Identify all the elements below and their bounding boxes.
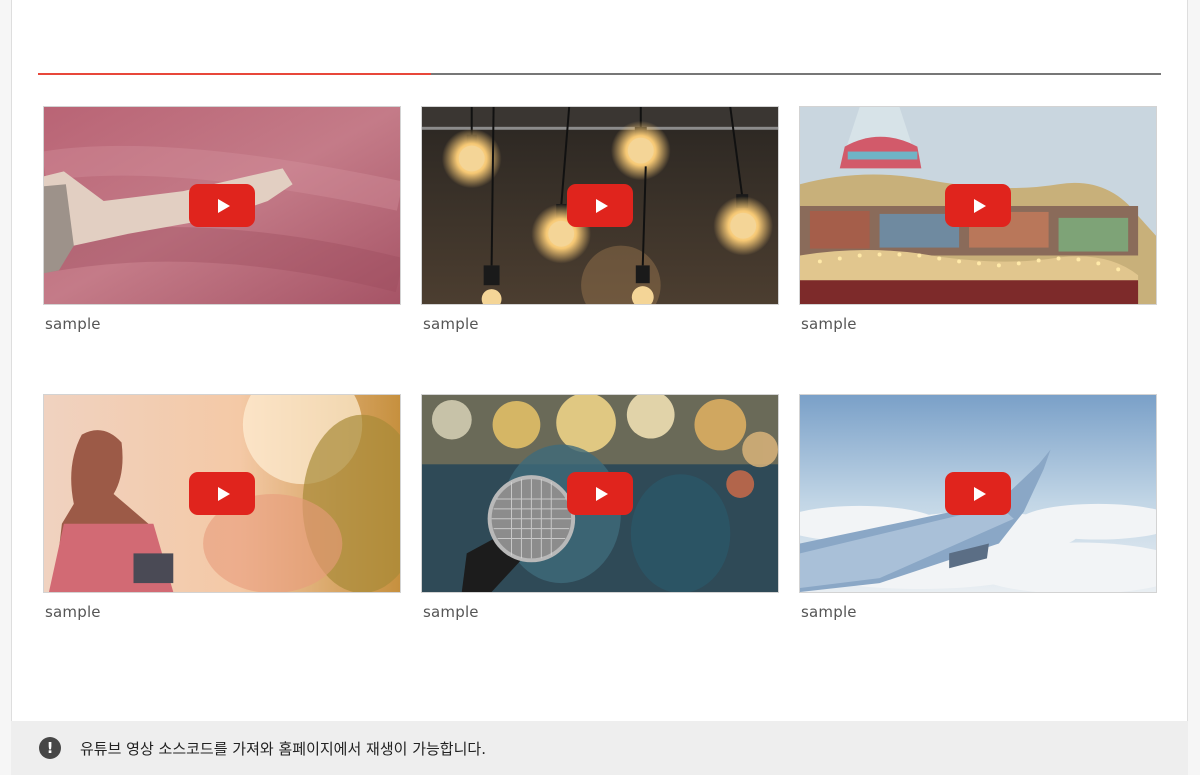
section-divider [38, 73, 1161, 75]
video-thumbnail-5[interactable] [421, 394, 779, 593]
video-caption: sample [45, 315, 101, 333]
video-card-2[interactable]: sample [421, 106, 779, 333]
video-card-4[interactable]: sample [43, 394, 401, 621]
youtube-play-icon[interactable] [189, 472, 255, 515]
youtube-play-icon[interactable] [567, 472, 633, 515]
section-divider-accent [38, 73, 431, 75]
video-thumbnail-3[interactable] [799, 106, 1157, 305]
video-thumbnail-1[interactable] [43, 106, 401, 305]
video-caption: sample [423, 315, 479, 333]
video-thumbnail-4[interactable] [43, 394, 401, 593]
youtube-play-icon[interactable] [945, 184, 1011, 227]
video-caption: sample [801, 315, 857, 333]
video-caption: sample [801, 603, 857, 621]
youtube-play-icon[interactable] [945, 472, 1011, 515]
video-thumbnail-2[interactable] [421, 106, 779, 305]
video-gallery: sample sample sample sample sample sampl… [11, 0, 1188, 721]
video-card-5[interactable]: sample [421, 394, 779, 621]
youtube-play-icon[interactable] [567, 184, 633, 227]
notice-bar: ! 유튜브 영상 소스코드를 가져와 홈페이지에서 재생이 가능합니다. [11, 721, 1188, 775]
video-caption: sample [423, 603, 479, 621]
notice-text: 유튜브 영상 소스코드를 가져와 홈페이지에서 재생이 가능합니다. [80, 739, 486, 758]
exclamation-circle-icon: ! [39, 737, 61, 759]
video-caption: sample [45, 603, 101, 621]
video-card-3[interactable]: sample [799, 106, 1157, 333]
video-thumbnail-6[interactable] [799, 394, 1157, 593]
video-card-6[interactable]: sample [799, 394, 1157, 621]
youtube-play-icon[interactable] [189, 184, 255, 227]
video-card-1[interactable]: sample [43, 106, 401, 333]
